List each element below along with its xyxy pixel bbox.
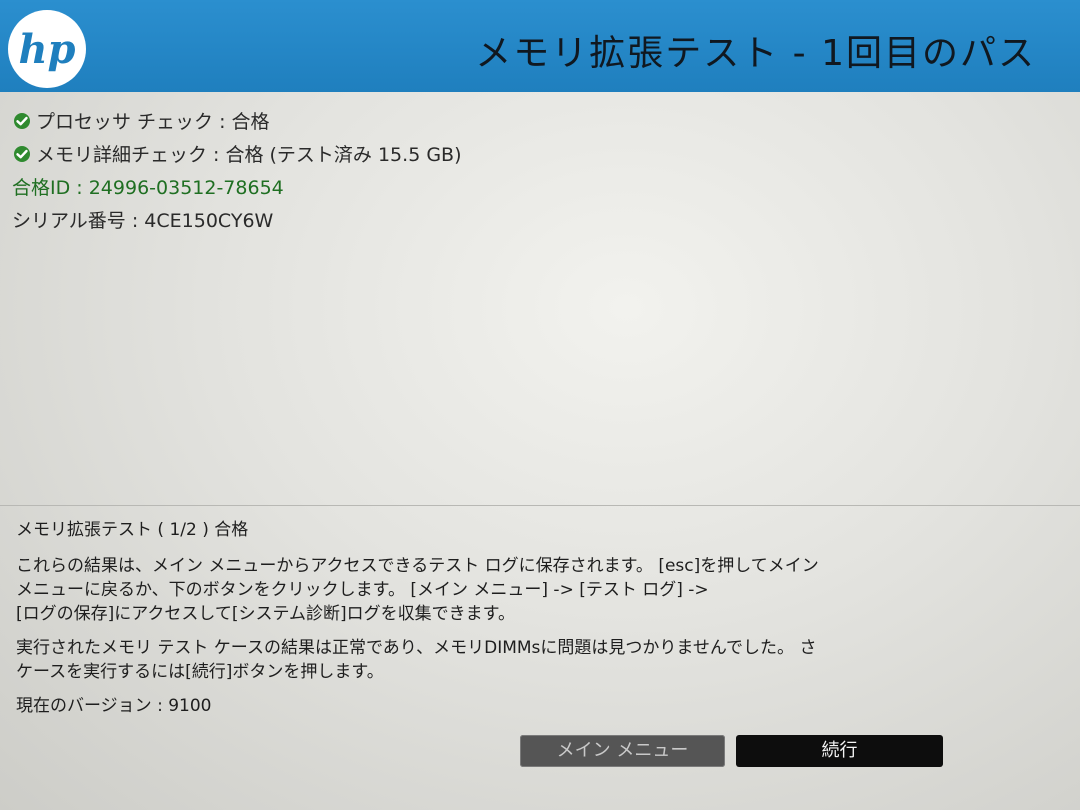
result-paragraph-summary: 実行されたメモリ テスト ケースの結果は正常であり、メモリDIMMsに問題は見つ… (16, 636, 1080, 684)
pass-id: 合格ID : 24996-03512-78654 (12, 177, 284, 199)
svg-text:hp: hp (18, 26, 75, 73)
paragraph-line: これらの結果は、メイン メニューからアクセスできるテスト ログに保存されます。 … (16, 556, 819, 576)
paragraph-line: メニューに戻るか、下のボタンをクリックします。 [メイン メニュー] -> [テ… (16, 580, 709, 600)
paragraph-line: [ログの保存]にアクセスして[システム診断]ログを収集できます。 (16, 604, 515, 624)
status-summary: プロセッサ チェック : 合格 メモリ詳細チェック : 合格 (テスト済み 15… (12, 104, 1062, 236)
result-paragraph-log-info: これらの結果は、メイン メニューからアクセスできるテスト ログに保存されます。 … (16, 554, 1080, 626)
processor-check-label: プロセッサ チェック : 合格 (36, 111, 270, 133)
version-label: 現在のバージョン : 9100 (16, 696, 212, 716)
continue-button[interactable]: 続行 (736, 735, 943, 767)
check-circle-icon (14, 112, 30, 129)
paragraph-line: ケースを実行するには[続行]ボタンを押します。 (16, 662, 384, 682)
hp-logo: hp (8, 10, 86, 88)
page-title: メモリ拡張テスト - 1回目のパス (475, 33, 1036, 74)
memory-check-status: メモリ詳細チェック : 合格 (テスト済み 15.5 GB) (12, 137, 1062, 170)
processor-check-status: プロセッサ チェック : 合格 (12, 104, 1062, 137)
check-circle-icon (14, 145, 30, 162)
main-menu-button[interactable]: メイン メニュー (520, 735, 725, 767)
result-panel: メモリ拡張テスト ( 1/2 ) 合格 これらの結果は、メイン メニューからアク… (16, 516, 1080, 718)
diagnostics-screen: hp メモリ拡張テスト - 1回目のパス プロセッサ チェック : 合格 メモリ… (0, 0, 1080, 810)
paragraph-line: 実行されたメモリ テスト ケースの結果は正常であり、メモリDIMMsに問題は見つ… (16, 638, 817, 658)
header-bar: hp メモリ拡張テスト - 1回目のパス (0, 0, 1080, 92)
memory-check-label: メモリ詳細チェック : 合格 (テスト済み 15.5 GB) (36, 144, 462, 166)
result-title: メモリ拡張テスト ( 1/2 ) 合格 (16, 520, 249, 540)
serial-number: シリアル番号 : 4CE150CY6W (12, 210, 274, 232)
section-divider (0, 505, 1080, 506)
